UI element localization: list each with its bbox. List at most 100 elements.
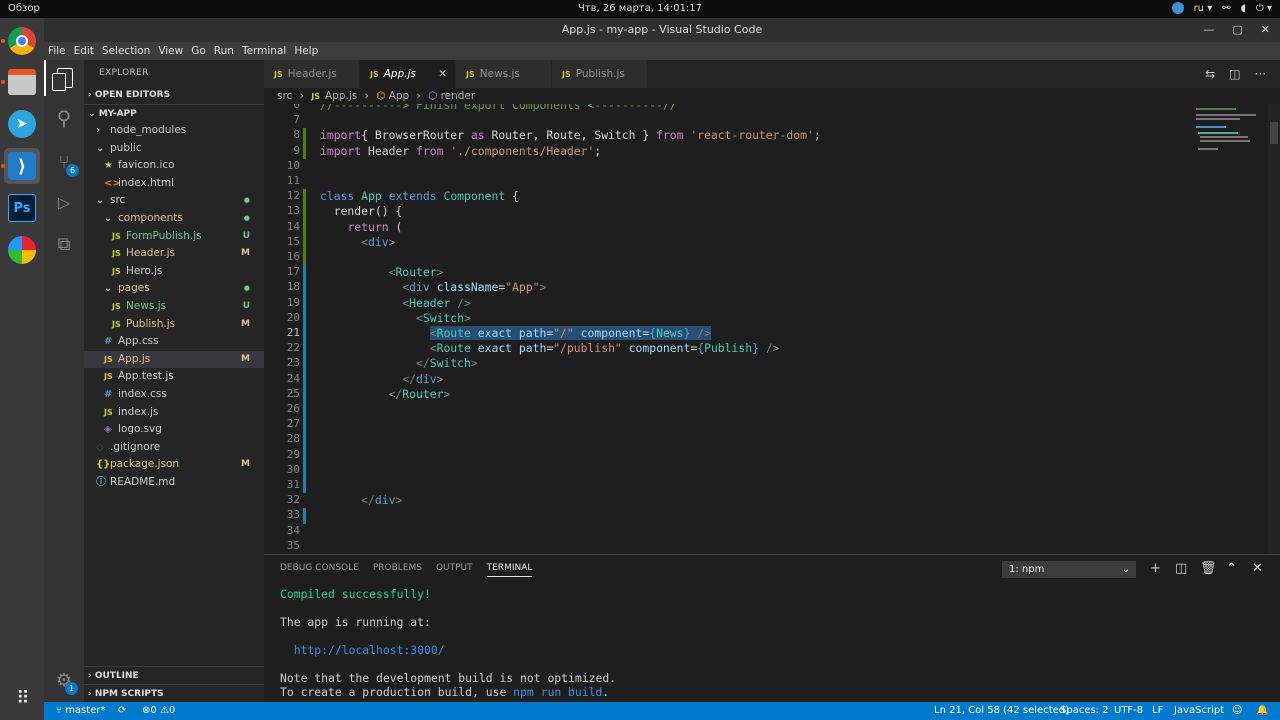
tree-file[interactable]: ◇ .gitignore (84, 439, 264, 457)
js-file-icon: JS (562, 70, 571, 79)
tree-folder[interactable]: ⌄ pages ● (84, 280, 264, 298)
menu-help[interactable]: Help (294, 42, 318, 60)
photoshop-launcher[interactable]: Ps (4, 190, 40, 226)
tree-file[interactable]: JS Publish.js M (84, 316, 264, 334)
search-activity[interactable]: ⚲ (44, 100, 84, 136)
code-editor[interactable]: 6 //----------> Finish export Components … (264, 104, 1280, 554)
tab-output[interactable]: OUTPUT (436, 563, 473, 577)
tab-app-js[interactable]: JS App.js ✕ (360, 60, 456, 88)
tab-debug-console[interactable]: DEBUG CONSOLE (280, 563, 359, 577)
chevron-up-icon[interactable]: ⌃ (1226, 561, 1237, 576)
tree-file[interactable]: {}package.json M (84, 456, 264, 474)
os-clock[interactable]: Чтв, 26 марта, 14:01:17 (0, 3, 1280, 14)
tree-file[interactable]: JS FormPublish.js U (84, 228, 264, 246)
tree-file[interactable]: # index.css (84, 386, 264, 404)
sync-icon[interactable]: ⟳ (118, 702, 126, 720)
close-icon[interactable]: ✕ (1261, 18, 1270, 42)
outline-section[interactable]: › OUTLINE (84, 666, 264, 684)
extensions-activity[interactable]: ⧉ (44, 226, 84, 262)
files-launcher[interactable] (4, 64, 40, 100)
eol-status[interactable]: LF (1152, 702, 1163, 720)
menu-run[interactable]: Run (214, 42, 234, 60)
explorer-activity[interactable] (44, 60, 84, 96)
language-indicator[interactable]: ru ▾ (1194, 3, 1213, 14)
tree-file[interactable]: ★ favicon.ico (84, 157, 264, 175)
open-changes-icon[interactable]: ⇆ (1205, 67, 1215, 81)
tree-file[interactable]: JS App.js M (84, 350, 264, 369)
project-section[interactable]: ⌄ MY-APP (84, 104, 264, 122)
split-editor-icon[interactable]: ◫ (1229, 67, 1240, 81)
code-line: </div> (361, 493, 403, 508)
notifications-icon[interactable]: 🔔 (1256, 702, 1268, 720)
menu-view[interactable]: View (158, 42, 183, 60)
volume-icon[interactable]: ◖ (1241, 3, 1246, 14)
minimap[interactable] (1190, 104, 1270, 164)
vscode-launcher[interactable]: ⟩ (4, 148, 40, 184)
maximize-icon[interactable]: ▢ (1232, 18, 1242, 42)
tab-publish-js[interactable]: JS Publish.js (552, 60, 648, 88)
menu-selection[interactable]: Selection (102, 42, 150, 60)
menu-file[interactable]: File (48, 42, 66, 60)
editor-scrollbar[interactable] (1268, 104, 1280, 554)
tree-folder[interactable]: ⌄ public (84, 140, 264, 158)
tree-file[interactable]: ⓘ README.md (84, 474, 264, 492)
power-icon[interactable]: ⏻ ▾ (1256, 3, 1272, 14)
clover-launcher[interactable] (4, 232, 40, 268)
language-mode[interactable]: JavaScript (1174, 702, 1224, 720)
tree-file[interactable]: JS App.test.js (84, 368, 264, 386)
cursor-position[interactable]: Ln 21, Col 58 (42 selected) (934, 702, 1069, 720)
encoding-status[interactable]: UTF-8 (1114, 702, 1143, 720)
minimize-icon[interactable]: — (1203, 18, 1214, 42)
tree-file[interactable]: JS Hero.js (84, 263, 264, 281)
tab-problems[interactable]: PROBLEMS (373, 563, 422, 577)
tree-file[interactable]: ◈ logo.svg (84, 421, 264, 439)
more-actions-icon[interactable]: ··· (1255, 67, 1266, 81)
close-tab-icon[interactable]: ✕ (438, 60, 447, 88)
open-editors-section[interactable]: › OPEN EDITORS (84, 86, 264, 104)
tree-folder[interactable]: › node_modules (84, 122, 264, 140)
tree-item-label: Publish.js (126, 317, 176, 330)
menu-edit[interactable]: Edit (74, 42, 94, 60)
source-control-activity[interactable]: ⑂ 6 (44, 144, 84, 180)
breadcrumb-src[interactable]: src (277, 90, 292, 102)
problems-status[interactable]: ⊗0 ⚠0 (142, 702, 175, 720)
tree-file[interactable]: JS Header.js M (84, 245, 264, 263)
chrome-launcher[interactable] (4, 23, 40, 59)
tab-header-js[interactable]: JS Header.js (264, 60, 360, 88)
tree-folder[interactable]: ⌄ src ● (84, 192, 264, 210)
branch-status[interactable]: ⑂ master* (56, 702, 105, 720)
js-file-icon: JS (370, 70, 379, 79)
split-terminal-icon[interactable]: ◫ (1175, 561, 1187, 576)
close-panel-icon[interactable]: ✕ (1252, 561, 1263, 576)
network-icon[interactable]: ⚯ (1222, 3, 1230, 14)
manage-activity[interactable]: ⚙ 1 (44, 662, 84, 698)
breadcrumb-class[interactable]: App (389, 90, 410, 102)
tree-file[interactable]: JS News.js U (84, 298, 264, 316)
breadcrumb-method[interactable]: render (441, 90, 476, 102)
tree-folder[interactable]: ⌄ components ● (84, 210, 264, 228)
code-line: return ( (347, 219, 403, 234)
tree-file[interactable]: JS index.js (84, 404, 264, 422)
tab-news-js[interactable]: JS News.js (456, 60, 552, 88)
telegram-launcher[interactable]: ➤ (4, 106, 40, 142)
run-activity[interactable]: ▷ (44, 184, 84, 220)
menu-go[interactable]: Go (191, 42, 206, 60)
indentation-status[interactable]: Spaces: 2 (1060, 702, 1109, 720)
npm-scripts-section[interactable]: › NPM SCRIPTS (84, 684, 264, 702)
tree-file[interactable]: # App.css (84, 333, 264, 351)
terminal-output[interactable]: Compiled successfully! The app is runnin… (280, 587, 616, 699)
tab-terminal[interactable]: TERMINAL (486, 563, 533, 577)
menu-terminal[interactable]: Terminal (242, 42, 286, 60)
tree-file[interactable]: <>index.html (84, 175, 264, 193)
scrollbar-thumb[interactable] (1270, 122, 1278, 144)
breadcrumb-file[interactable]: App.js (325, 90, 357, 102)
trash-icon[interactable]: 🗑 (1200, 561, 1217, 576)
show-applications-button[interactable]: ⠿ (4, 680, 40, 716)
feedback-icon[interactable]: ☺ (1232, 702, 1242, 720)
new-terminal-icon[interactable]: + (1150, 561, 1161, 576)
accounts-icon[interactable] (1171, 2, 1184, 14)
code-line: import{ BrowserRouter as Router, Route, … (320, 128, 821, 143)
status-bar: ⑂ master* ⟳ ⊗0 ⚠0 Ln 21, Col 58 (42 sele… (44, 702, 1280, 720)
terminal-select[interactable]: 1: npm ⌄ (1002, 561, 1136, 578)
code-line: import Header from './components/Header'… (320, 143, 602, 158)
